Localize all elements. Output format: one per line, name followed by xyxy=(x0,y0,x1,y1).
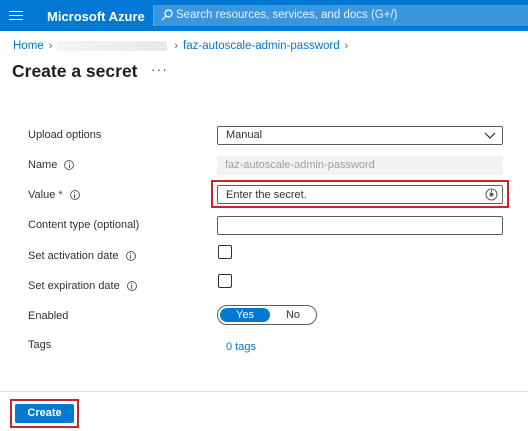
secret-value-input[interactable]: Enter the secret. xyxy=(217,185,503,204)
enabled-toggle[interactable]: Yes No xyxy=(217,305,317,325)
breadcrumb-current[interactable]: faz-autoscale-admin-password xyxy=(183,40,340,52)
activation-date-label: Set activation date xyxy=(28,250,136,262)
info-icon[interactable] xyxy=(126,281,137,291)
info-icon[interactable] xyxy=(64,160,75,170)
name-label-text: Name xyxy=(28,159,58,171)
info-icon[interactable] xyxy=(125,251,136,261)
upload-options-value: Manual xyxy=(226,129,263,141)
content-type-label: Content type (optional) xyxy=(28,219,139,231)
expiration-date-label: Set expiration date xyxy=(28,280,137,292)
page-title: Create a secret xyxy=(12,61,138,81)
breadcrumb: Home › › faz-autoscale-admin-password › xyxy=(13,40,353,52)
expiration-date-label-text: Set expiration date xyxy=(28,280,120,292)
breadcrumb-home[interactable]: Home xyxy=(13,40,44,52)
enabled-label-text: Enabled xyxy=(28,310,69,322)
upload-options-label-text: Upload options xyxy=(28,129,102,141)
brand-title[interactable]: Microsoft Azure xyxy=(47,9,145,24)
name-field: faz-autoscale-admin-password xyxy=(217,156,503,175)
chevron-down-icon xyxy=(484,132,496,139)
value-label-text: Value xyxy=(28,189,56,201)
enabled-no-option[interactable]: No xyxy=(270,308,316,322)
enabled-label: Enabled xyxy=(28,310,68,322)
content-type-input[interactable] xyxy=(217,216,503,235)
breadcrumb-separator-icon: › xyxy=(48,40,53,52)
upload-options-select[interactable]: Manual xyxy=(217,126,503,145)
upload-options-label: Upload options xyxy=(28,129,101,141)
tags-link[interactable]: 0 tags xyxy=(226,341,256,353)
value-label: Value * xyxy=(28,189,80,201)
tags-label-text: Tags xyxy=(28,339,52,351)
search-icon xyxy=(161,9,173,21)
footer-divider xyxy=(0,391,528,392)
breadcrumb-separator-icon: › xyxy=(174,40,179,52)
breadcrumb-redacted-item[interactable] xyxy=(57,41,168,51)
global-search-box[interactable]: Search resources, services, and docs (G+… xyxy=(153,5,528,26)
expiration-date-checkbox[interactable] xyxy=(218,274,232,288)
required-marker: * xyxy=(58,189,63,201)
hamburger-menu-icon[interactable] xyxy=(9,8,23,22)
content-type-label-text: Content type (optional) xyxy=(28,219,140,231)
more-options-button[interactable]: ··· xyxy=(151,61,168,77)
breadcrumb-separator-icon: › xyxy=(344,40,349,52)
activation-date-checkbox[interactable] xyxy=(218,245,232,259)
name-label: Name xyxy=(28,159,75,171)
reveal-password-icon[interactable] xyxy=(485,188,498,201)
enabled-yes-option[interactable]: Yes xyxy=(220,308,270,322)
create-button[interactable]: Create xyxy=(15,404,74,423)
top-navigation-bar: Microsoft Azure Search resources, servic… xyxy=(0,0,528,31)
activation-date-label-text: Set activation date xyxy=(28,250,119,262)
search-placeholder: Search resources, services, and docs (G+… xyxy=(176,9,398,21)
secret-value-placeholder: Enter the secret. xyxy=(226,189,307,201)
tags-label: Tags xyxy=(28,339,51,351)
info-icon[interactable] xyxy=(69,190,80,200)
